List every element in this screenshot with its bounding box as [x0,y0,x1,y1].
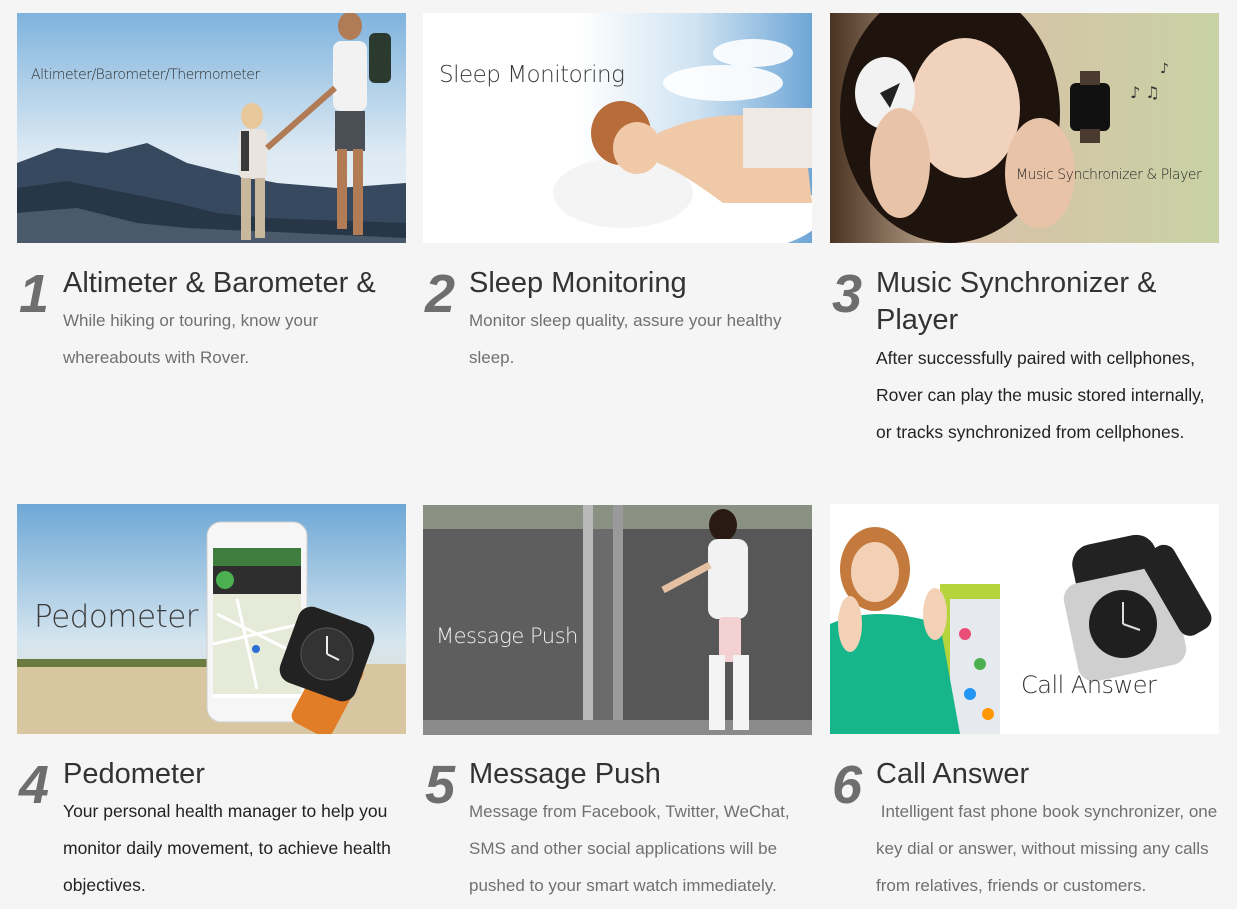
svg-text:♪: ♪ [1160,61,1169,77]
feature-title: Altimeter & Barometer & [63,267,376,299]
feature-card-sleep: Sleep Monitoring 2 Sleep Monitoring Moni… [423,13,812,367]
sleep-image: Sleep Monitoring [423,13,812,243]
image-caption: Call Answer [1021,671,1157,699]
feature-description: Your personal health manager to help you… [63,801,391,895]
feature-description: After successfully paired with cellphone… [876,348,1205,442]
feature-card-music: ♪ ♫ ♪ Music Synchronizer & Player 3 Musi… [830,13,1219,442]
feature-number: 6 [832,755,863,815]
message-image: Message Push [423,505,812,735]
feature-description: Monitor sleep quality, assure your healt… [469,311,782,367]
feature-description: While hiking or touring, know your where… [63,311,319,367]
feature-card-message: Message Push 5 Message Push Message from… [423,505,812,895]
image-caption: Message Push [436,624,578,648]
feature-number: 1 [19,264,50,324]
feature-title: Sleep Monitoring [469,267,687,299]
feature-card-altimeter: Altimeter/Barometer/Thermometer 1 Altime… [17,13,406,367]
feature-card-call: Call Answer 6 Call Answer Intelligent fa… [830,504,1219,895]
pedometer-image: Pedometer [17,504,406,734]
feature-number: 2 [425,264,456,324]
feature-description: Message from Facebook, Twitter, WeChat, … [469,802,790,895]
music-image: ♪ ♫ ♪ Music Synchronizer & Player [830,13,1219,243]
hiking-image: Altimeter/Barometer/Thermometer [17,13,406,243]
feature-title: Music Synchronizer & Player [876,267,1157,336]
feature-title: Message Push [469,758,661,790]
image-caption: Altimeter/Barometer/Thermometer [31,67,260,83]
call-image: Call Answer [830,504,1219,734]
image-caption: Pedometer [34,599,199,635]
feature-number: 5 [425,755,456,815]
feature-title: Call Answer [876,758,1030,790]
feature-title: Pedometer [63,758,205,790]
feature-number: 3 [832,264,863,324]
feature-description: Intelligent fast phone book synchronizer… [876,802,1222,895]
svg-text:♪ ♫: ♪ ♫ [1130,83,1160,102]
image-caption: Music Synchronizer & Player [1016,167,1202,183]
feature-number: 4 [19,755,50,815]
feature-card-pedometer: Pedometer 4 Pedometer Your personal heal… [17,504,406,895]
image-caption: Sleep Monitoring [439,62,625,88]
